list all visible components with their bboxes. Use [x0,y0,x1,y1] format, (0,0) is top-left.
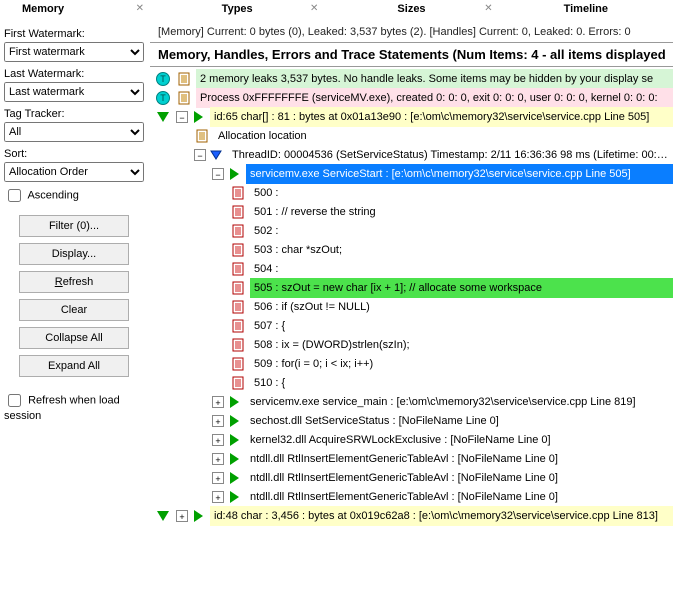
code-line[interactable]: 506 : if (szOut != NULL) [250,297,673,317]
code-line-current[interactable]: 505 : szOut = new char [ix + 1]; // allo… [250,278,673,298]
source-line-icon [230,242,246,258]
ascending-label: Ascending [27,189,78,201]
collapse-all-button[interactable]: Collapse All [19,327,129,349]
expander[interactable]: + [176,510,188,522]
close-icon[interactable]: ✕ [136,3,144,14]
tag-tracker-select[interactable]: All [4,122,144,142]
stack-frame[interactable]: ntdll.dll RtlInsertElementGenericTableAv… [246,449,673,469]
stack-frame[interactable]: sechost.dll SetServiceStatus : [NoFileNa… [246,411,673,431]
sidebar: Memory ✕ First Watermark: First watermar… [0,0,150,612]
tree-alloc-65[interactable]: id:65 char[] : 81 : bytes at 0x01a13e90 … [210,107,673,127]
doc-icon [194,128,210,144]
arrow-right-icon [190,109,206,125]
filter-button[interactable]: Filter (0)... [19,215,129,237]
expander[interactable]: − [176,111,188,123]
tree-process[interactable]: Process 0xFFFFFFFE (serviceMV.exe), crea… [196,88,673,108]
tree-alloc-location[interactable]: Allocation location [214,126,673,146]
expander[interactable]: + [212,491,224,503]
arrow-right-icon [226,470,242,486]
close-icon[interactable]: ✕ [484,3,492,14]
header-bar: Memory, Handles, Errors and Trace Statem… [150,42,673,67]
code-line[interactable]: 507 : { [250,316,673,336]
source-line-icon [230,337,246,353]
tab-timeline-label: Timeline [564,3,608,15]
tab-timeline[interactable]: Timeline [499,0,673,22]
source-line-icon [230,299,246,315]
tab-types[interactable]: Types ✕ [150,0,324,22]
expander[interactable]: + [212,472,224,484]
code-line[interactable]: 503 : char *szOut; [250,240,673,260]
refresh-button[interactable]: Refresh [19,271,129,293]
tree-view[interactable]: 2 memory leaks 3,537 bytes. No handle le… [150,67,673,612]
code-line[interactable]: 510 : { [250,373,673,393]
expand-all-button[interactable]: Expand All [19,355,129,377]
tab-types-label: Types [222,3,253,15]
sort-select[interactable]: Allocation Order [4,162,144,182]
arrow-down-icon [155,109,171,125]
code-line[interactable]: 509 : for(i = 0; i < ix; i++) [250,354,673,374]
tab-memory[interactable]: Memory ✕ [0,0,150,22]
code-line[interactable]: 502 : [250,221,673,241]
doc-icon [176,90,192,106]
expander[interactable]: + [212,415,224,427]
source-line-icon [230,204,246,220]
arrow-right-icon [190,508,206,524]
thread-icon [155,71,171,87]
refresh-when-label: Refresh when load session [4,394,120,422]
source-line-icon [230,185,246,201]
stack-frame[interactable]: ntdll.dll RtlInsertElementGenericTableAv… [246,468,673,488]
expander[interactable]: − [194,149,206,161]
sort-label: Sort: [4,148,144,160]
expander[interactable]: − [212,168,224,180]
source-line-icon [230,223,246,239]
code-line[interactable]: 500 : [250,183,673,203]
stack-frame[interactable]: kernel32.dll AcquireSRWLockExclusive : [… [246,430,673,450]
tab-memory-label: Memory [22,3,64,15]
arrow-right-icon [226,432,242,448]
tree-alloc-48[interactable]: id:48 char : 3,456 : bytes at 0x019c62a8… [210,506,673,526]
source-line-icon [230,280,246,296]
arrow-down-icon [155,508,171,524]
last-watermark-select[interactable]: Last watermark [4,82,144,102]
status-line: [Memory] Current: 0 bytes (0), Leaked: 3… [150,22,673,42]
arrow-right-icon [226,394,242,410]
clear-button[interactable]: Clear [19,299,129,321]
first-watermark-select[interactable]: First watermark [4,42,144,62]
arrow-right-icon [226,413,242,429]
stack-frame[interactable]: servicemv.exe service_main : [e:\om\c\me… [246,392,673,412]
display-button[interactable]: Display... [19,243,129,265]
arrow-right-icon [226,489,242,505]
source-line-icon [230,318,246,334]
ascending-checkbox[interactable] [8,189,21,202]
tab-sizes-label: Sizes [397,3,425,15]
doc-icon [176,71,192,87]
code-line[interactable]: 508 : ix = (DWORD)strlen(szIn); [250,335,673,355]
expander[interactable]: + [212,396,224,408]
refresh-when-checkbox[interactable] [8,394,21,407]
last-watermark-label: Last Watermark: [4,68,144,80]
code-line[interactable]: 504 : [250,259,673,279]
expander[interactable]: + [212,434,224,446]
arrow-right-icon [226,451,242,467]
tree-frame-selected[interactable]: servicemv.exe ServiceStart : [e:\om\c\me… [246,164,673,184]
tree-thread[interactable]: ThreadID: 00004536 (SetServiceStatus) Ti… [228,145,673,165]
expander[interactable]: + [212,453,224,465]
chevron-down-icon [208,147,224,163]
main-panel: Types ✕ Sizes ✕ Timeline [Memory] Current:… [150,0,673,612]
source-line-icon [230,375,246,391]
first-watermark-label: First Watermark: [4,28,144,40]
tree-info-leaks[interactable]: 2 memory leaks 3,537 bytes. No handle le… [196,69,673,89]
source-line-icon [230,356,246,372]
arrow-right-icon [226,166,242,182]
source-line-icon [230,261,246,277]
thread-icon [155,90,171,106]
code-line[interactable]: 501 : // reverse the string [250,202,673,222]
tab-sizes[interactable]: Sizes ✕ [324,0,498,22]
stack-frame[interactable]: ntdll.dll RtlInsertElementGenericTableAv… [246,487,673,507]
tag-tracker-label: Tag Tracker: [4,108,144,120]
close-icon[interactable]: ✕ [310,3,318,14]
